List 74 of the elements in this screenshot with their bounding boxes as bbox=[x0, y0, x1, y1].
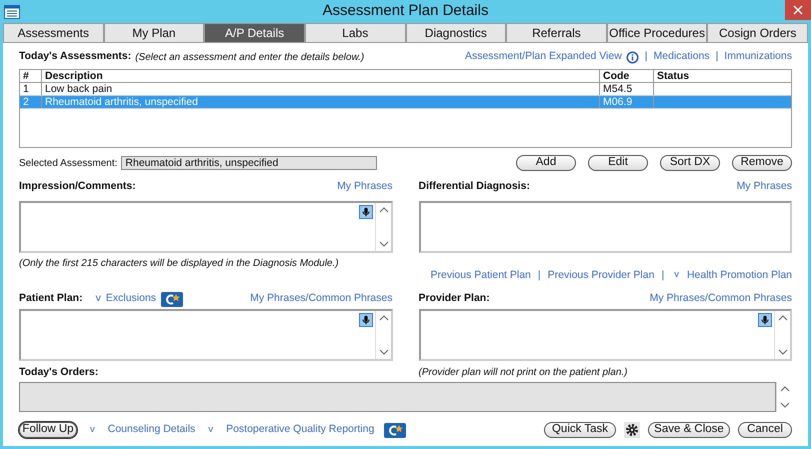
section-label: Today's Assessments: bbox=[19, 49, 132, 64]
expand-toggle[interactable]: v bbox=[671, 268, 682, 283]
section-label: Provider Plan: bbox=[418, 291, 490, 306]
button[interactable]: Quick Task bbox=[544, 422, 616, 438]
table-cell-text: Low back pain bbox=[44, 83, 114, 95]
provider-plan-field[interactable] bbox=[418, 309, 792, 361]
expand-toggle[interactable]: v bbox=[87, 422, 98, 438]
link[interactable]: Health Promotion Plan bbox=[686, 268, 792, 284]
patient-plan-field[interactable] bbox=[19, 309, 392, 361]
tab[interactable]: Cosign Orders bbox=[707, 23, 808, 43]
expand-toggle[interactable]: v bbox=[96, 291, 101, 307]
note-text: (Provider plan will not print on the patient plan.) bbox=[418, 366, 629, 380]
button[interactable]: Cancel bbox=[738, 422, 792, 438]
star-badge-icon[interactable] bbox=[384, 422, 406, 438]
table-cell-text: 2 bbox=[22, 96, 30, 108]
separator: | bbox=[660, 268, 666, 283]
selected-assessment-field: Rheumatoid arthritis, unspecified bbox=[121, 156, 378, 170]
microphone-icon[interactable] bbox=[358, 205, 372, 219]
expand-toggle[interactable]: v bbox=[205, 422, 216, 438]
microphone-icon[interactable] bbox=[758, 313, 772, 327]
link[interactable]: Previous Patient Plan bbox=[430, 268, 531, 284]
button[interactable]: Remove bbox=[732, 155, 792, 171]
star-badge-icon[interactable] bbox=[161, 292, 184, 306]
link[interactable]: Medications bbox=[654, 49, 710, 65]
link[interactable]: Assessment/Plan Expanded View bbox=[464, 49, 622, 65]
impression-field[interactable] bbox=[19, 201, 392, 253]
tab[interactable]: My Plan bbox=[104, 23, 204, 43]
column-header[interactable]: Description bbox=[42, 70, 600, 82]
window-title: Assessment Plan Details bbox=[322, 1, 488, 22]
note-text: (Only the first 215 characters will be displayed in the Diagnosis Module.) bbox=[19, 257, 340, 269]
link[interactable]: My Phrases/Common Phrases bbox=[250, 292, 392, 304]
hint-text: (Select an assessment and enter the details below.) bbox=[135, 50, 364, 64]
column-header[interactable]: Status bbox=[654, 70, 791, 82]
separator: | bbox=[536, 268, 542, 283]
tab[interactable]: Diagnostics bbox=[406, 23, 506, 43]
separator: | bbox=[644, 49, 649, 64]
close-button[interactable] bbox=[785, 0, 811, 20]
separator: | bbox=[714, 49, 720, 64]
section-label: Today's Orders: bbox=[19, 365, 100, 380]
table-row[interactable]: 1 Low back pain M54.5 bbox=[20, 83, 791, 96]
tab[interactable]: A/P Details bbox=[204, 23, 305, 43]
link[interactable]: My Phrases bbox=[337, 179, 392, 195]
link[interactable]: Exclusions bbox=[106, 291, 156, 307]
field-label: Selected Assessment: bbox=[19, 156, 118, 170]
differential-field[interactable] bbox=[418, 201, 792, 253]
link[interactable]: My Phrases/Common Phrases bbox=[650, 291, 792, 307]
button[interactable]: Follow Up bbox=[19, 422, 77, 438]
tab[interactable]: Office Procedures bbox=[606, 23, 708, 43]
column-header[interactable]: Code bbox=[600, 70, 654, 82]
section-label: Differential Diagnosis: bbox=[418, 179, 530, 194]
tab[interactable]: Assessments bbox=[3, 23, 104, 43]
settings-icon[interactable] bbox=[624, 422, 640, 438]
section-label: Impression/Comments: bbox=[19, 179, 136, 194]
tab[interactable]: Referrals bbox=[506, 23, 607, 43]
microphone-icon[interactable] bbox=[358, 313, 372, 327]
button[interactable]: Add bbox=[516, 155, 576, 171]
close-icon bbox=[793, 5, 803, 15]
link[interactable]: Counseling Details bbox=[108, 422, 196, 438]
window-icon bbox=[4, 4, 20, 18]
link[interactable]: Previous Provider Plan bbox=[548, 268, 654, 284]
table-cell-text: M06.9 bbox=[602, 96, 634, 108]
link[interactable]: Immunizations bbox=[724, 49, 792, 65]
table-cell-text: M54.5 bbox=[602, 83, 634, 95]
button[interactable]: Edit bbox=[588, 155, 648, 171]
link[interactable]: My Phrases bbox=[736, 179, 792, 195]
link[interactable]: Postoperative Quality Reporting bbox=[226, 422, 374, 438]
button[interactable]: Sort DX bbox=[660, 155, 720, 171]
button[interactable]: Save & Close bbox=[648, 422, 730, 438]
column-header[interactable]: # bbox=[20, 70, 42, 82]
info-icon[interactable] bbox=[626, 50, 639, 64]
tab[interactable]: Labs bbox=[304, 23, 406, 43]
section-label: Patient Plan: bbox=[19, 291, 83, 306]
table-cell-text: 1 bbox=[22, 83, 30, 95]
table-cell-text: Rheumatoid arthritis, unspecified bbox=[44, 96, 199, 108]
